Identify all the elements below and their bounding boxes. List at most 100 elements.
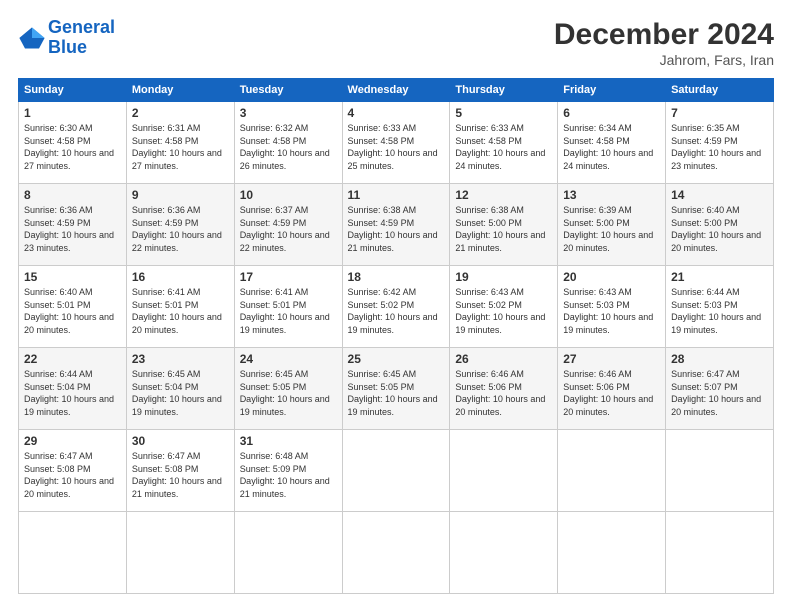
- day-info: Sunrise: 6:41 AMSunset: 5:01 PMDaylight:…: [240, 286, 337, 336]
- day-info: Sunrise: 6:44 AMSunset: 5:03 PMDaylight:…: [671, 286, 768, 336]
- calendar-week-row: [19, 512, 774, 594]
- day-number: 27: [563, 352, 660, 366]
- page: General Blue December 2024 Jahrom, Fars,…: [0, 0, 792, 612]
- day-number: 23: [132, 352, 229, 366]
- day-info: Sunrise: 6:45 AMSunset: 5:05 PMDaylight:…: [240, 368, 337, 418]
- day-number: 4: [348, 106, 445, 120]
- day-info: Sunrise: 6:37 AMSunset: 4:59 PMDaylight:…: [240, 204, 337, 254]
- day-info: Sunrise: 6:33 AMSunset: 4:58 PMDaylight:…: [348, 122, 445, 172]
- calendar-cell: 10 Sunrise: 6:37 AMSunset: 4:59 PMDayligh…: [234, 184, 342, 266]
- day-info: Sunrise: 6:39 AMSunset: 5:00 PMDaylight:…: [563, 204, 660, 254]
- day-number: 10: [240, 188, 337, 202]
- calendar-cell: 19Sunrise: 6:43 AMSunset: 5:02 PMDayligh…: [450, 266, 558, 348]
- calendar-cell: [666, 430, 774, 512]
- calendar-cell: [234, 512, 342, 594]
- day-number: 11: [348, 188, 445, 202]
- day-info: Sunrise: 6:30 AMSunset: 4:58 PMDaylight:…: [24, 122, 121, 172]
- calendar-cell: [342, 512, 450, 594]
- day-number: 22: [24, 352, 121, 366]
- calendar-cell: 28Sunrise: 6:47 AMSunset: 5:07 PMDayligh…: [666, 348, 774, 430]
- day-number: 21: [671, 270, 768, 284]
- col-sunday: Sunday: [19, 79, 127, 102]
- logo-line2: Blue: [48, 37, 87, 57]
- calendar-cell: 30Sunrise: 6:47 AMSunset: 5:08 PMDayligh…: [126, 430, 234, 512]
- logo: General Blue: [18, 18, 115, 58]
- calendar-cell: 31Sunrise: 6:48 AMSunset: 5:09 PMDayligh…: [234, 430, 342, 512]
- calendar-cell: [19, 512, 127, 594]
- calendar-cell: 25Sunrise: 6:45 AMSunset: 5:05 PMDayligh…: [342, 348, 450, 430]
- calendar-cell: 24Sunrise: 6:45 AMSunset: 5:05 PMDayligh…: [234, 348, 342, 430]
- day-info: Sunrise: 6:41 AMSunset: 5:01 PMDaylight:…: [132, 286, 229, 336]
- day-info: Sunrise: 6:40 AMSunset: 5:00 PMDaylight:…: [671, 204, 768, 254]
- day-info: Sunrise: 6:36 AMSunset: 4:59 PMDaylight:…: [24, 204, 121, 254]
- day-number: 6: [563, 106, 660, 120]
- day-number: 7: [671, 106, 768, 120]
- day-number: 14: [671, 188, 768, 202]
- calendar-cell: 17 Sunrise: 6:41 AMSunset: 5:01 PMDayligh…: [234, 266, 342, 348]
- day-info: Sunrise: 6:46 AMSunset: 5:06 PMDaylight:…: [563, 368, 660, 418]
- calendar-header-row: Sunday Monday Tuesday Wednesday Thursday…: [19, 79, 774, 102]
- day-info: Sunrise: 6:45 AMSunset: 5:05 PMDaylight:…: [348, 368, 445, 418]
- calendar-cell: [126, 512, 234, 594]
- calendar-cell: [558, 430, 666, 512]
- calendar-cell: 22 Sunrise: 6:44 AMSunset: 5:04 PMDayligh…: [19, 348, 127, 430]
- calendar-cell: 2 Sunrise: 6:31 AMSunset: 4:58 PMDaylight…: [126, 102, 234, 184]
- logo-icon: [18, 24, 46, 52]
- day-info: Sunrise: 6:43 AMSunset: 5:03 PMDaylight:…: [563, 286, 660, 336]
- calendar-cell: 15 Sunrise: 6:40 AMSunset: 5:01 PMDayligh…: [19, 266, 127, 348]
- calendar-cell: 18Sunrise: 6:42 AMSunset: 5:02 PMDayligh…: [342, 266, 450, 348]
- col-monday: Monday: [126, 79, 234, 102]
- calendar-cell: 14 Sunrise: 6:40 AMSunset: 5:00 PMDayligh…: [666, 184, 774, 266]
- col-wednesday: Wednesday: [342, 79, 450, 102]
- day-info: Sunrise: 6:38 AMSunset: 5:00 PMDaylight:…: [455, 204, 552, 254]
- calendar-cell: 13 Sunrise: 6:39 AMSunset: 5:00 PMDayligh…: [558, 184, 666, 266]
- calendar-cell: 7 Sunrise: 6:35 AMSunset: 4:59 PMDaylight…: [666, 102, 774, 184]
- calendar-week-row: 29Sunrise: 6:47 AMSunset: 5:08 PMDayligh…: [19, 430, 774, 512]
- day-number: 2: [132, 106, 229, 120]
- calendar-cell: [450, 430, 558, 512]
- day-number: 26: [455, 352, 552, 366]
- day-number: 8: [24, 188, 121, 202]
- day-number: 18: [348, 270, 445, 284]
- day-number: 15: [24, 270, 121, 284]
- calendar-cell: 16Sunrise: 6:41 AMSunset: 5:01 PMDayligh…: [126, 266, 234, 348]
- col-saturday: Saturday: [666, 79, 774, 102]
- day-number: 13: [563, 188, 660, 202]
- day-info: Sunrise: 6:45 AMSunset: 5:04 PMDaylight:…: [132, 368, 229, 418]
- day-info: Sunrise: 6:33 AMSunset: 4:58 PMDaylight:…: [455, 122, 552, 172]
- calendar-cell: 26Sunrise: 6:46 AMSunset: 5:06 PMDayligh…: [450, 348, 558, 430]
- day-info: Sunrise: 6:31 AMSunset: 4:58 PMDaylight:…: [132, 122, 229, 172]
- day-number: 19: [455, 270, 552, 284]
- calendar-cell: 8 Sunrise: 6:36 AMSunset: 4:59 PMDaylight…: [19, 184, 127, 266]
- day-info: Sunrise: 6:34 AMSunset: 4:58 PMDaylight:…: [563, 122, 660, 172]
- calendar-table: Sunday Monday Tuesday Wednesday Thursday…: [18, 78, 774, 594]
- calendar-cell: 27 Sunrise: 6:46 AMSunset: 5:06 PMDayligh…: [558, 348, 666, 430]
- title-block: December 2024 Jahrom, Fars, Iran: [554, 18, 774, 68]
- calendar-week-row: 8 Sunrise: 6:36 AMSunset: 4:59 PMDaylight…: [19, 184, 774, 266]
- day-number: 9: [132, 188, 229, 202]
- col-friday: Friday: [558, 79, 666, 102]
- subtitle: Jahrom, Fars, Iran: [554, 52, 774, 68]
- day-info: Sunrise: 6:40 AMSunset: 5:01 PMDaylight:…: [24, 286, 121, 336]
- header: General Blue December 2024 Jahrom, Fars,…: [18, 18, 774, 68]
- day-number: 29: [24, 434, 121, 448]
- calendar-cell: 23 Sunrise: 6:45 AMSunset: 5:04 PMDayligh…: [126, 348, 234, 430]
- calendar-cell: 1Sunrise: 6:30 AMSunset: 4:58 PMDaylight…: [19, 102, 127, 184]
- calendar-cell: [342, 430, 450, 512]
- day-number: 12: [455, 188, 552, 202]
- day-info: Sunrise: 6:32 AMSunset: 4:58 PMDaylight:…: [240, 122, 337, 172]
- calendar-week-row: 15 Sunrise: 6:40 AMSunset: 5:01 PMDayligh…: [19, 266, 774, 348]
- calendar-cell: [666, 512, 774, 594]
- day-number: 31: [240, 434, 337, 448]
- month-title: December 2024: [554, 18, 774, 52]
- calendar-cell: 11Sunrise: 6:38 AMSunset: 4:59 PMDayligh…: [342, 184, 450, 266]
- day-info: Sunrise: 6:36 AMSunset: 4:59 PMDaylight:…: [132, 204, 229, 254]
- day-info: Sunrise: 6:44 AMSunset: 5:04 PMDaylight:…: [24, 368, 121, 418]
- calendar-cell: 20Sunrise: 6:43 AMSunset: 5:03 PMDayligh…: [558, 266, 666, 348]
- day-info: Sunrise: 6:35 AMSunset: 4:59 PMDaylight:…: [671, 122, 768, 172]
- logo-line1: General: [48, 17, 115, 37]
- col-tuesday: Tuesday: [234, 79, 342, 102]
- day-number: 17: [240, 270, 337, 284]
- day-number: 30: [132, 434, 229, 448]
- calendar-cell: [558, 512, 666, 594]
